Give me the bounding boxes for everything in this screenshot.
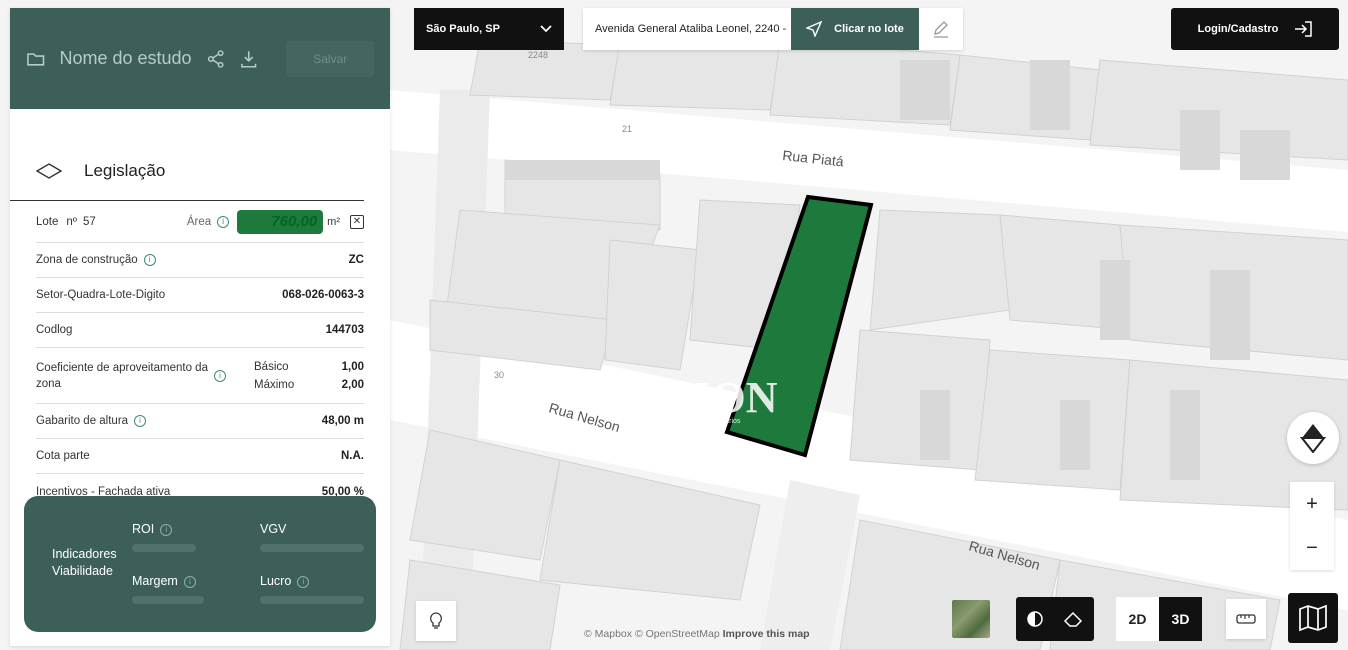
- area-unit: m²: [327, 215, 340, 228]
- layers-icon: [36, 162, 62, 179]
- zoom-controls: + −: [1290, 482, 1334, 570]
- login-button[interactable]: Login/Cadastro: [1171, 8, 1339, 50]
- codlog-row: Codlog 144703: [36, 313, 364, 348]
- view-mode-toggle: 2D 3D: [1116, 597, 1202, 641]
- pencil-icon: [934, 21, 948, 38]
- navigation-arrow-icon: [806, 21, 823, 37]
- login-label: Login/Cadastro: [1197, 23, 1279, 35]
- info-icon[interactable]: i: [214, 369, 226, 382]
- height-row: Gabarito de altura i 48,00 m: [36, 404, 364, 439]
- legislation-header[interactable]: Legislação: [10, 141, 364, 201]
- info-icon[interactable]: i: [217, 215, 230, 228]
- city-select[interactable]: São Paulo, SP: [414, 8, 564, 50]
- roi-value-blurred: [132, 544, 196, 552]
- house-number: 21: [622, 124, 632, 134]
- layer-toggle-group: [1016, 597, 1094, 641]
- share-icon[interactable]: [206, 49, 225, 69]
- lote-label: Lote: [36, 215, 59, 228]
- info-icon[interactable]: i: [183, 575, 196, 588]
- info-icon[interactable]: i: [297, 575, 310, 588]
- map-attribution: © Mapbox © OpenStreetMap Improve this ma…: [584, 628, 810, 640]
- codlog-label: Codlog: [36, 324, 73, 336]
- click-lot-label: Clicar no lote: [834, 23, 904, 35]
- save-button[interactable]: Salvar: [286, 40, 374, 77]
- map-style-button[interactable]: [1288, 593, 1338, 643]
- mode-2d-button[interactable]: 2D: [1116, 597, 1159, 641]
- sql-label: Setor-Quadra-Lote-Digito: [36, 289, 166, 301]
- watermark-sub: Imobiliários: [705, 418, 741, 425]
- lote-prefix: nº: [66, 215, 77, 228]
- osm-link[interactable]: © OpenStreetMap: [635, 628, 720, 640]
- coefficient-row: Coeficiente de aproveitamento da zona i …: [36, 348, 364, 404]
- indicators-title: Indicadores Viabilidade: [52, 547, 117, 578]
- house-number: 2248: [528, 50, 548, 60]
- contrast-icon[interactable]: [1026, 610, 1044, 628]
- cota-label: Cota parte: [36, 450, 90, 462]
- codlog-value: 144703: [325, 324, 364, 336]
- sql-value: 068-026-0063-3: [282, 289, 364, 301]
- map-icon: [1299, 604, 1327, 632]
- max-value: 2,00: [341, 378, 364, 391]
- cota-row: Cota parte N.A.: [36, 439, 364, 474]
- zoom-out-button[interactable]: −: [1290, 526, 1334, 570]
- chevron-down-icon: [540, 25, 552, 33]
- ruler-icon: [1236, 614, 1256, 624]
- lote-number: 57: [83, 215, 96, 228]
- zone-row: Zona de construção i ZC: [36, 243, 364, 278]
- zoom-in-button[interactable]: +: [1290, 482, 1334, 526]
- lightbulb-icon: [430, 612, 442, 629]
- zone-value: ZC: [348, 254, 364, 266]
- viability-indicators-card[interactable]: Indicadores Viabilidade ROI i VGV Margem i…: [24, 496, 376, 632]
- close-icon[interactable]: ✕: [350, 214, 364, 229]
- area-input[interactable]: 760,00: [237, 209, 324, 234]
- sql-row: Setor-Quadra-Lote-Digito 068-026-0063-3: [36, 278, 364, 313]
- height-label: Gabarito de altura: [36, 415, 129, 428]
- edit-button[interactable]: [919, 20, 963, 38]
- satellite-toggle[interactable]: [952, 600, 990, 638]
- click-lot-button[interactable]: Clicar no lote: [791, 8, 919, 50]
- max-label: Máximo: [254, 378, 295, 391]
- vgv-value-blurred: [260, 544, 364, 552]
- study-name-field[interactable]: Nome do estudo: [59, 48, 191, 69]
- measure-button[interactable]: [1226, 599, 1266, 639]
- compass-icon: [1300, 424, 1326, 453]
- tips-button[interactable]: [416, 601, 456, 641]
- info-icon[interactable]: i: [160, 523, 173, 536]
- margin-label: Margem i: [132, 574, 196, 588]
- basic-label: Básico: [254, 360, 289, 373]
- lote-row: Lote nº 57 Área i 760,00 m² ✕: [36, 201, 364, 243]
- legislation-rows: Lote nº 57 Área i 760,00 m² ✕ Zona de co…: [10, 201, 390, 509]
- address-bar: Avenida General Ataliba Leonel, 2240 - C…: [583, 8, 963, 50]
- compass-button[interactable]: [1287, 412, 1339, 464]
- area-value: 760,00: [271, 213, 318, 230]
- house-number: 30: [494, 370, 504, 380]
- profit-label: Lucro i: [260, 574, 310, 588]
- margin-value-blurred: [132, 596, 204, 604]
- vgv-label: VGV: [260, 522, 287, 536]
- area-label: Área: [186, 215, 212, 228]
- mode-3d-button[interactable]: 3D: [1159, 597, 1202, 641]
- watermark-logo: ZION: [665, 373, 778, 422]
- cota-value: N.A.: [341, 450, 364, 462]
- coefficient-label: Coeficiente de aproveitamento da zona: [36, 361, 208, 390]
- improve-map-link[interactable]: Improve this map: [723, 628, 810, 640]
- folder-icon[interactable]: [26, 49, 45, 69]
- zone-label: Zona de construção: [36, 254, 138, 267]
- info-icon[interactable]: i: [143, 253, 156, 266]
- roi-label: ROI i: [132, 522, 173, 536]
- mapbox-link[interactable]: © Mapbox: [584, 628, 632, 640]
- profit-value-blurred: [260, 596, 364, 604]
- info-icon[interactable]: i: [134, 414, 147, 427]
- download-icon[interactable]: [239, 49, 258, 69]
- study-panel: Nome do estudo Salvar Legislação Lote nº…: [10, 8, 390, 646]
- height-value: 48,00 m: [321, 415, 364, 427]
- login-icon: [1295, 21, 1313, 37]
- panel-header: Nome do estudo Salvar: [10, 8, 390, 109]
- basic-value: 1,00: [341, 360, 364, 373]
- city-value: São Paulo, SP: [426, 23, 500, 35]
- address-input[interactable]: Avenida General Ataliba Leonel, 2240 -: [583, 23, 791, 35]
- legislation-title: Legislação: [84, 160, 166, 180]
- eraser-icon[interactable]: [1063, 609, 1085, 629]
